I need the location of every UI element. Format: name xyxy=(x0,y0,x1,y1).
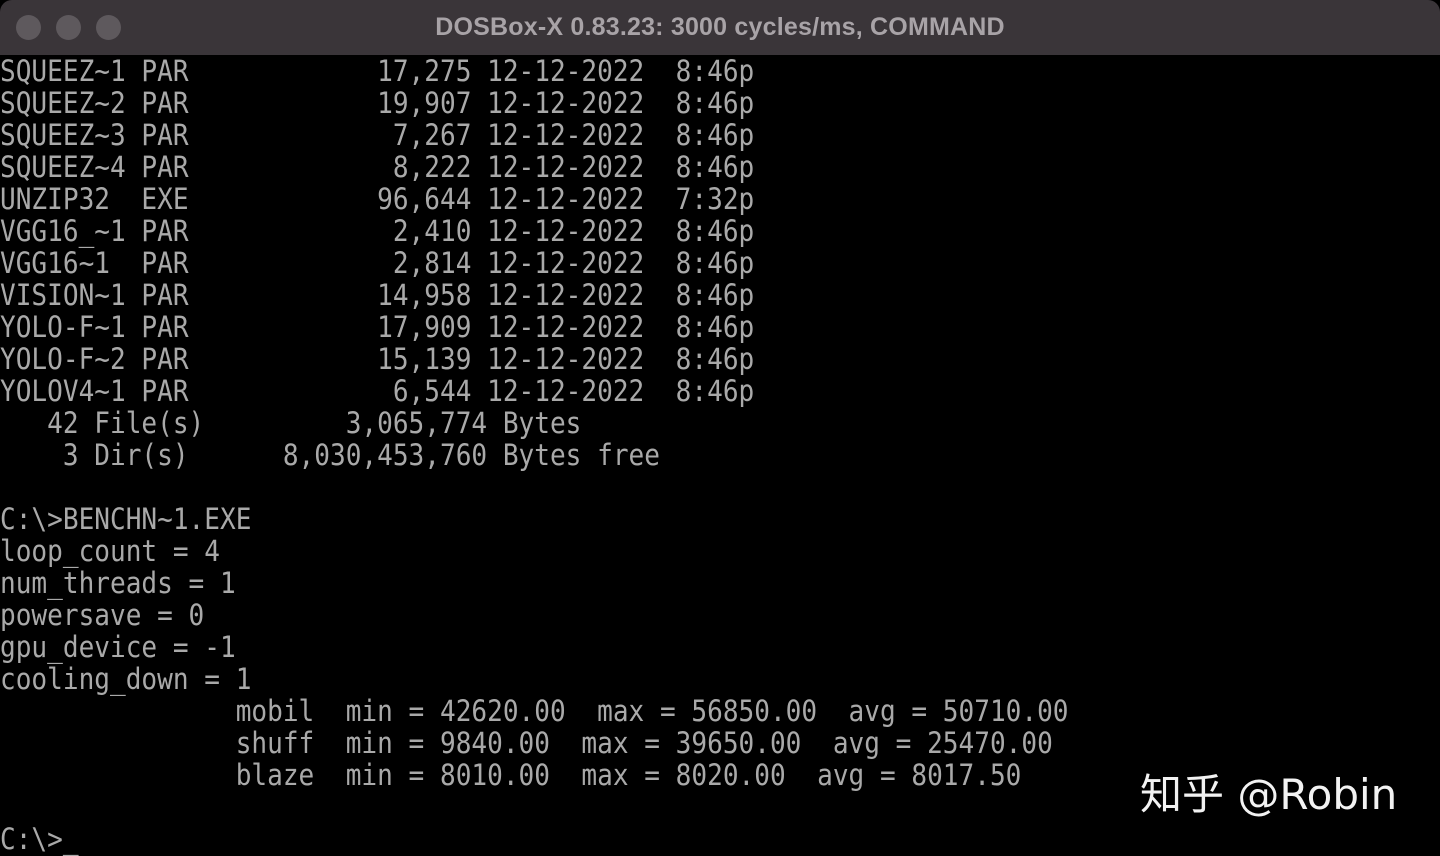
terminal-line: YOLO-F~2 PAR 15,139 12-12-2022 8:46p xyxy=(0,342,755,376)
terminal-line: loop_count = 4 xyxy=(0,534,220,568)
terminal-line: blaze min = 8010.00 max = 8020.00 avg = … xyxy=(0,758,1022,792)
terminal-line: VGG16_~1 PAR 2,410 12-12-2022 8:46p xyxy=(0,214,755,248)
terminal-line: C:\>BENCHN~1.EXE xyxy=(0,502,252,536)
terminal-line: VISION~1 PAR 14,958 12-12-2022 8:46p xyxy=(0,278,755,312)
terminal-line: num_threads = 1 xyxy=(0,566,236,600)
terminal-line: powersave = 0 xyxy=(0,598,205,632)
command-prompt: C:\> xyxy=(0,822,63,856)
terminal-line: YOLOV4~1 PAR 6,544 12-12-2022 8:46p xyxy=(0,374,755,408)
terminal-line: SQUEEZ~1 PAR 17,275 12-12-2022 8:46p xyxy=(0,54,755,88)
terminal-line: gpu_device = -1 xyxy=(0,630,236,664)
terminal-line: VGG16~1 PAR 2,814 12-12-2022 8:46p xyxy=(0,246,755,280)
terminal-line: SQUEEZ~2 PAR 19,907 12-12-2022 8:46p xyxy=(0,86,755,120)
terminal-line: cooling_down = 1 xyxy=(0,662,252,696)
title-bar[interactable]: DOSBox-X 0.83.23: 3000 cycles/ms, COMMAN… xyxy=(0,0,1440,55)
terminal-line: SQUEEZ~4 PAR 8,222 12-12-2022 8:46p xyxy=(0,150,755,184)
terminal-line: 3 Dir(s) 8,030,453,760 Bytes free xyxy=(0,438,660,472)
terminal-line: shuff min = 9840.00 max = 39650.00 avg =… xyxy=(0,726,1053,760)
watermark: 知乎 @Robin xyxy=(1140,770,1398,819)
terminal-screen[interactable]: SQUEEZ~1 PAR 17,275 12-12-2022 8:46p SQU… xyxy=(0,55,1440,856)
text-cursor: _ xyxy=(62,822,79,856)
command-prompt-line[interactable]: C:\>_ xyxy=(0,823,79,855)
terminal-line: UNZIP32 EXE 96,644 12-12-2022 7:32p xyxy=(0,182,755,216)
close-button[interactable] xyxy=(16,15,41,40)
terminal-line: YOLO-F~1 PAR 17,909 12-12-2022 8:46p xyxy=(0,310,755,344)
minimize-button[interactable] xyxy=(56,15,81,40)
window-title: DOSBox-X 0.83.23: 3000 cycles/ms, COMMAN… xyxy=(435,13,1005,41)
dosbox-window: DOSBox-X 0.83.23: 3000 cycles/ms, COMMAN… xyxy=(0,0,1440,856)
terminal-line: SQUEEZ~3 PAR 7,267 12-12-2022 8:46p xyxy=(0,118,755,152)
terminal-line: mobil min = 42620.00 max = 56850.00 avg … xyxy=(0,694,1069,728)
maximize-button[interactable] xyxy=(96,15,121,40)
terminal-line: 42 File(s) 3,065,774 Bytes xyxy=(0,406,582,440)
